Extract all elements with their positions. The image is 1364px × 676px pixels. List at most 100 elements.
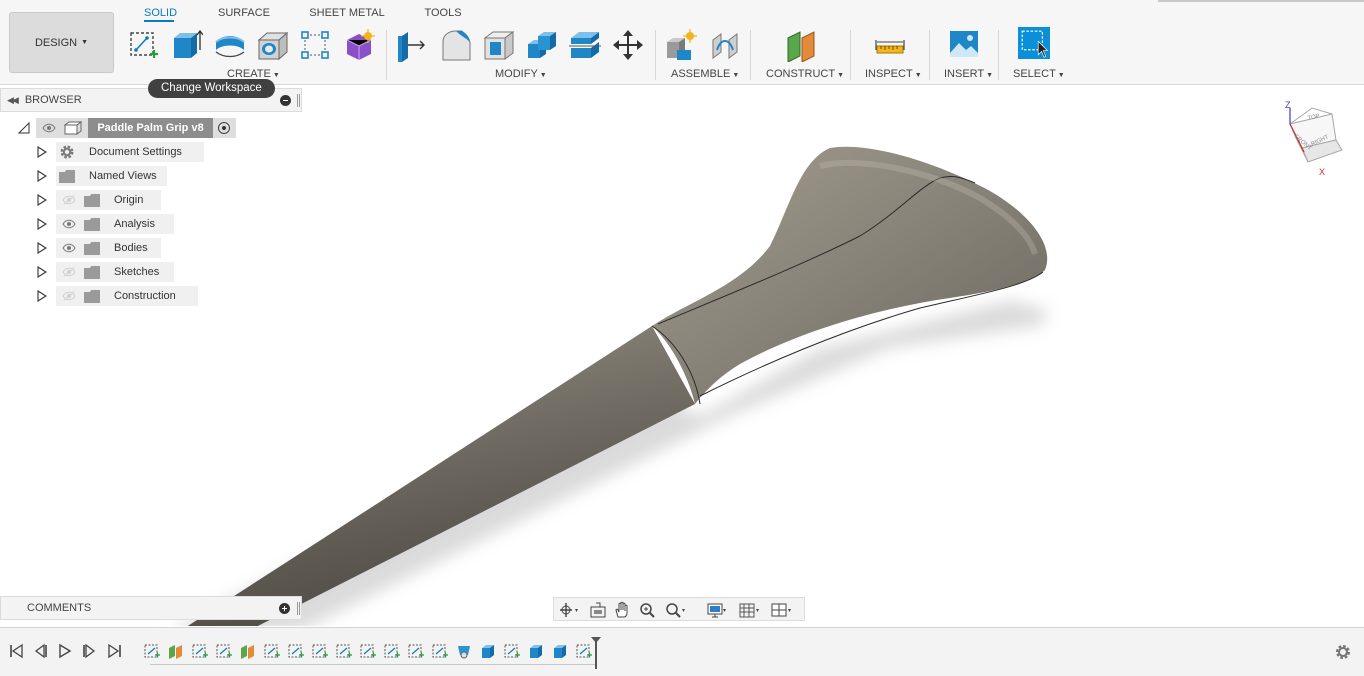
tab-tools[interactable]: TOOLS xyxy=(422,6,464,22)
combine-icon[interactable] xyxy=(526,28,558,62)
timeline-feature-extrude[interactable] xyxy=(552,643,568,659)
viewports-icon[interactable] xyxy=(770,601,792,619)
collapse-triangle-icon[interactable] xyxy=(18,122,30,134)
tree-root[interactable]: Paddle Palm Grip v8 xyxy=(0,118,240,138)
timeline-feature-sketch[interactable] xyxy=(576,643,592,659)
extrude-icon[interactable] xyxy=(171,28,203,62)
construct-menu[interactable]: CONSTRUCT ▼ xyxy=(766,68,844,80)
pattern-icon[interactable] xyxy=(300,28,332,62)
play-icon[interactable] xyxy=(57,643,73,659)
create-sketch-icon[interactable] xyxy=(128,28,160,62)
panel-resize-grip[interactable] xyxy=(297,94,300,107)
browser-item-label: Named Views xyxy=(89,170,157,182)
go-to-end-icon[interactable] xyxy=(107,643,123,659)
workspace-switcher-button[interactable]: DESIGN ▼ xyxy=(9,12,114,73)
timeline-feature-sketch[interactable] xyxy=(504,643,520,659)
eye-hidden-icon[interactable] xyxy=(62,291,76,304)
activate-radio-icon[interactable] xyxy=(218,122,230,134)
timeline-feature-sketch[interactable] xyxy=(144,643,160,659)
display-settings-icon[interactable] xyxy=(706,601,728,619)
eye-hidden-icon[interactable] xyxy=(62,195,76,208)
go-to-start-icon[interactable] xyxy=(8,643,24,659)
orbit-icon[interactable] xyxy=(558,601,580,619)
eye-hidden-icon[interactable] xyxy=(62,267,76,280)
timeline-feature-plane[interactable] xyxy=(240,643,256,659)
timeline-feature-extrude[interactable] xyxy=(480,643,496,659)
timeline-feature-sketch[interactable] xyxy=(360,643,376,659)
select-window-icon[interactable] xyxy=(1018,26,1056,64)
canvas-viewport[interactable] xyxy=(0,86,1364,631)
form-icon[interactable] xyxy=(343,28,375,62)
look-at-icon[interactable] xyxy=(588,601,610,619)
select-menu[interactable]: SELECT ▼ xyxy=(1013,68,1065,80)
fillet-icon[interactable] xyxy=(440,28,472,62)
measure-icon[interactable] xyxy=(874,28,906,62)
insert-menu[interactable]: INSERT ▼ xyxy=(944,68,993,80)
tab-surface[interactable]: SURFACE xyxy=(216,6,272,22)
inspect-menu[interactable]: INSPECT ▼ xyxy=(865,68,922,80)
browser-node[interactable]: Origin xyxy=(56,190,161,210)
timeline-feature-loft[interactable] xyxy=(456,643,472,659)
root-component-label: Paddle Palm Grip v8 xyxy=(88,118,213,138)
expand-triangle-icon[interactable] xyxy=(37,266,47,278)
modify-menu[interactable]: MODIFY ▼ xyxy=(495,68,547,80)
browser-node[interactable]: Analysis xyxy=(56,214,174,234)
paddle-model[interactable] xyxy=(0,86,1364,631)
pan-icon[interactable] xyxy=(612,601,634,619)
root-component[interactable]: Paddle Palm Grip v8 xyxy=(36,118,236,138)
timeline-feature-sketch[interactable] xyxy=(336,643,352,659)
expand-triangle-icon[interactable] xyxy=(37,242,47,254)
browser-node[interactable]: Named Views xyxy=(56,166,167,186)
expand-triangle-icon[interactable] xyxy=(37,218,47,230)
revolve-icon[interactable] xyxy=(214,28,246,62)
timeline-feature-sketch[interactable] xyxy=(312,643,328,659)
minimize-panel-icon[interactable] xyxy=(280,95,291,106)
insert-image-icon[interactable] xyxy=(948,28,980,62)
browser-node[interactable]: Document Settings xyxy=(56,142,204,162)
assemble-menu[interactable]: ASSEMBLE ▼ xyxy=(671,68,739,80)
eye-icon[interactable] xyxy=(42,123,56,133)
assemble-menu-label: ASSEMBLE xyxy=(671,68,731,80)
browser-node[interactable]: Sketches xyxy=(56,262,174,282)
caret-down-icon: ▼ xyxy=(539,72,547,79)
timeline-feature-plane[interactable] xyxy=(168,643,184,659)
new-component-icon[interactable] xyxy=(665,28,697,62)
timeline-feature-extrude[interactable] xyxy=(528,643,544,659)
eye-icon[interactable] xyxy=(62,219,76,232)
move-copy-icon[interactable] xyxy=(612,28,644,62)
expand-triangle-icon[interactable] xyxy=(37,170,47,182)
expand-triangle-icon[interactable] xyxy=(37,146,47,158)
panel-resize-grip[interactable] xyxy=(297,602,300,615)
add-comment-icon[interactable] xyxy=(279,603,290,614)
expand-triangle-icon[interactable] xyxy=(37,290,47,302)
timeline-feature-sketch[interactable] xyxy=(288,643,304,659)
shell-icon[interactable] xyxy=(483,28,515,62)
timeline-feature-sketch[interactable] xyxy=(432,643,448,659)
browser-node[interactable]: Bodies xyxy=(56,238,161,258)
gear-icon[interactable] xyxy=(1334,643,1352,661)
offset-plane-icon[interactable] xyxy=(786,28,818,62)
step-forward-icon[interactable] xyxy=(82,643,98,659)
browser-node[interactable]: Construction xyxy=(56,286,198,306)
press-pull-icon[interactable] xyxy=(396,28,428,62)
joint-icon[interactable] xyxy=(709,28,741,62)
timeline-feature-sketch[interactable] xyxy=(408,643,424,659)
timeline-marker[interactable] xyxy=(591,637,601,669)
viewcube[interactable]: Z X TOP FRONT RIGHT xyxy=(1282,100,1348,177)
timeline-feature-sketch[interactable] xyxy=(192,643,208,659)
step-back-icon[interactable] xyxy=(32,643,48,659)
folder-icon xyxy=(84,290,101,306)
timeline-feature-sketch[interactable] xyxy=(216,643,232,659)
tab-solid[interactable]: SOLID xyxy=(144,6,177,22)
timeline-feature-sketch[interactable] xyxy=(384,643,400,659)
split-body-icon[interactable] xyxy=(569,28,601,62)
hole-icon[interactable] xyxy=(257,28,289,62)
eye-icon[interactable] xyxy=(62,243,76,256)
grid-icon[interactable] xyxy=(738,601,760,619)
collapse-panel-icon[interactable]: ◀◀ xyxy=(7,95,19,106)
timeline-feature-sketch[interactable] xyxy=(264,643,280,659)
expand-triangle-icon[interactable] xyxy=(37,194,47,206)
zoom-icon[interactable] xyxy=(638,601,660,619)
fit-icon[interactable] xyxy=(664,601,686,619)
tab-sheet-metal[interactable]: SHEET METAL xyxy=(308,6,386,22)
